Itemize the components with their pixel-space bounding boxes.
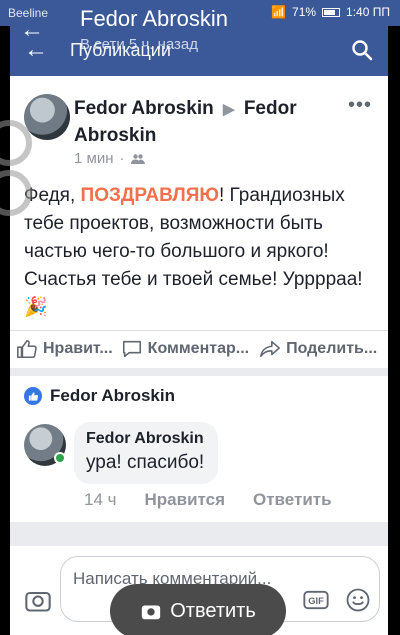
friends-privacy-icon: · <box>119 150 125 167</box>
like-badge-icon <box>24 387 42 405</box>
reply-label: Ответить <box>170 599 256 622</box>
comment-time: 14 ч <box>84 490 117 509</box>
comment-icon <box>122 340 141 358</box>
author-avatar[interactable] <box>24 94 70 140</box>
more-options-icon[interactable]: ••• <box>348 94 372 117</box>
battery-percent: 71% <box>292 5 317 19</box>
liker-name: Fedor Abroskin <box>50 386 175 405</box>
comment-button[interactable]: Комментар... <box>121 338 249 360</box>
like-button[interactable]: Нравит... <box>16 338 113 360</box>
emoji-icon[interactable] <box>344 586 372 614</box>
gif-icon[interactable]: GIF <box>302 586 330 614</box>
divider <box>10 330 388 331</box>
page-title: Публикации <box>70 40 171 60</box>
post-text: Федя, ПОЗДРАВЛЯЮ! Грандиозных тебе проек… <box>24 182 380 322</box>
post-header: Fedor Abroskin ▶ Fedor Abroskin <box>74 96 344 149</box>
camera-icon[interactable] <box>24 586 52 614</box>
post-time[interactable]: 1 мин <box>74 150 114 167</box>
app-bar: ← Публикации <box>10 26 388 76</box>
post-meta: 1 мин · <box>74 150 145 167</box>
likes-row[interactable]: Fedor Abroskin <box>24 386 175 406</box>
comment-like-button[interactable]: Нравится <box>145 490 226 510</box>
comment-actions: 14 ч Нравится Ответить <box>84 490 332 510</box>
search-icon[interactable] <box>350 38 374 62</box>
carrier-label: Beeline <box>8 6 49 20</box>
author-name[interactable]: Fedor Abroskin <box>74 98 214 119</box>
comment-bubble[interactable]: Fedor Abroskin ура! спасибо! <box>74 422 219 484</box>
section-divider <box>10 368 388 376</box>
party-popper-icon: 🎉 <box>24 297 48 318</box>
composer-divider <box>10 522 388 546</box>
like-label: Нравит... <box>43 340 113 357</box>
status-right: 📶 71% 1:40 ПП <box>271 5 390 19</box>
friends-icon <box>130 153 145 164</box>
comment-text: ура! спасибо! <box>86 452 205 473</box>
back-arrow-icon[interactable]: ← <box>24 36 48 64</box>
arrow-right-icon: ▶ <box>222 101 235 118</box>
content-area: Fedor Abroskin ▶ Fedor Abroskin 1 мин · … <box>10 76 388 635</box>
share-label: Поделить... <box>286 340 378 357</box>
camera-icon <box>142 605 161 620</box>
wifi-icon: 📶 <box>271 5 287 19</box>
post-card: Fedor Abroskin ▶ Fedor Abroskin 1 мин · … <box>10 76 388 366</box>
comment-author[interactable]: Fedor Abroskin <box>86 430 204 448</box>
status-bar: Beeline 📶 71% 1:40 ПП <box>0 0 400 26</box>
share-button[interactable]: Поделить... <box>259 338 377 360</box>
post-actions: Нравит... Комментар... Поделить... <box>10 334 388 364</box>
reply-button[interactable]: Ответить <box>110 584 286 635</box>
thumbs-up-icon <box>17 339 37 359</box>
comment-reply-button[interactable]: Ответить <box>253 490 332 510</box>
online-indicator <box>54 452 66 464</box>
post-text-start: Федя, <box>24 185 81 206</box>
share-icon <box>260 340 281 358</box>
comment-label: Комментар... <box>147 340 250 357</box>
svg-text:GIF: GIF <box>308 596 324 606</box>
battery-icon <box>322 7 341 17</box>
clock: 1:40 ПП <box>346 5 390 19</box>
post-text-highlight: ПОЗДРАВЛЯЮ <box>80 185 219 206</box>
